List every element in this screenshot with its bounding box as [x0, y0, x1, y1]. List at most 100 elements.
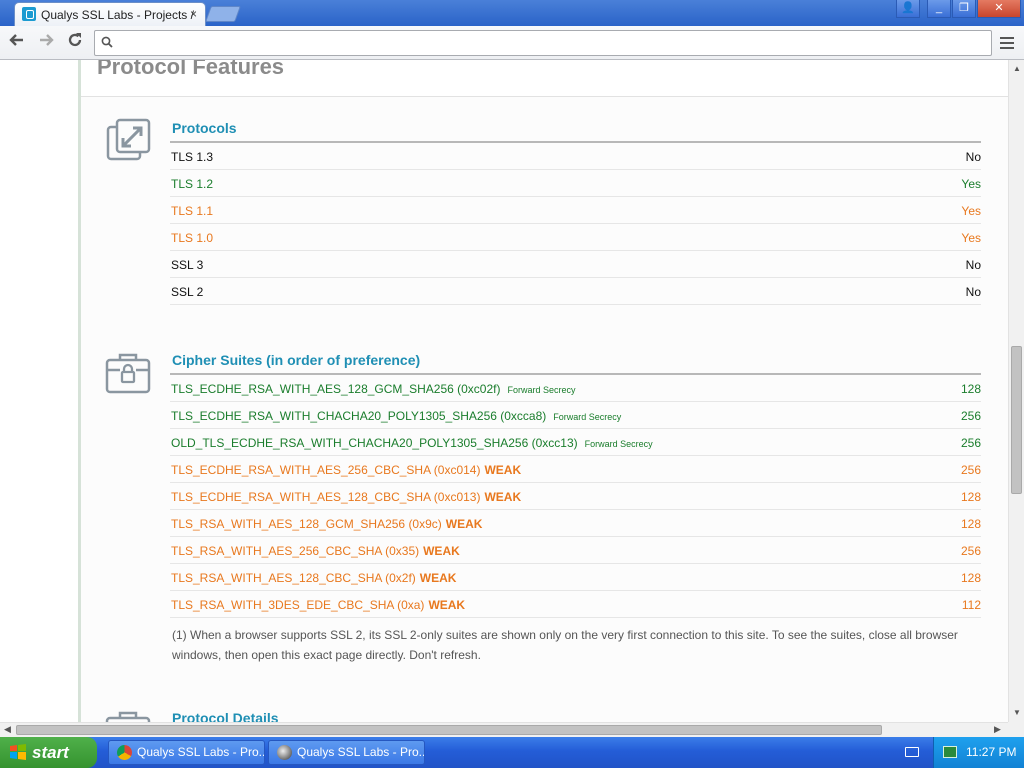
horizontal-scrollbar[interactable]: ◀ ▶: [0, 722, 1008, 737]
forward-button[interactable]: [34, 31, 58, 55]
page-viewport: Protocol Features Protocols TLS 1.3 No TLS…: [0, 60, 1008, 722]
cipher-suite-cell: TLS_ECDHE_RSA_WITH_AES_256_CBC_SHA (0xc0…: [171, 463, 521, 477]
protocol-name: TLS 1.3: [171, 150, 214, 164]
minimize-button[interactable]: _: [927, 0, 951, 18]
cipher-suite-row: TLS_RSA_WITH_AES_128_CBC_SHA (0x2f) WEAK 1…: [170, 564, 981, 591]
cipher-strength: 128: [960, 490, 981, 504]
browser-icon: [277, 745, 292, 760]
address-bar[interactable]: [94, 30, 992, 56]
back-button[interactable]: [5, 31, 29, 55]
network-icon[interactable]: [943, 746, 957, 758]
start-label: start: [32, 743, 69, 762]
lock-box-icon: [105, 353, 151, 394]
browser-tab[interactable]: Qualys SSL Labs - Projects / ×: [14, 2, 206, 26]
cipher-suite-name: TLS_ECDHE_RSA_WITH_AES_256_CBC_SHA (0xc0…: [171, 463, 481, 477]
protocol-name: SSL 2: [171, 285, 204, 299]
cipher-suite-name: TLS_ECDHE_RSA_WITH_AES_128_GCM_SHA256 (0…: [171, 382, 501, 396]
cipher-suite-cell: TLS_RSA_WITH_AES_256_CBC_SHA (0x35) WEAK: [171, 544, 460, 558]
tab-title: Qualys SSL Labs - Projects /: [41, 8, 194, 22]
cipher-strength: 256: [960, 409, 981, 423]
protocols-title: Protocols: [172, 120, 237, 136]
protocol-support: No: [965, 150, 981, 164]
cipher-suite-row: TLS_RSA_WITH_AES_256_CBC_SHA (0x35) WEAK 2…: [170, 537, 981, 564]
cipher-strength: 256: [960, 544, 981, 558]
cipher-suite-row: TLS_ECDHE_RSA_WITH_AES_256_CBC_SHA (0xc0…: [170, 456, 981, 483]
forward-secrecy-tag: Forward Secrecy: [507, 385, 576, 395]
cipher-suite-cell: OLD_TLS_ECDHE_RSA_WITH_CHACHA20_POLY1305…: [171, 436, 653, 450]
horizontal-scroll-thumb[interactable]: [16, 725, 882, 735]
user-icon[interactable]: 👤: [896, 0, 920, 18]
cipher-suite-name: TLS_RSA_WITH_AES_256_CBC_SHA (0x35): [171, 544, 420, 558]
system-tray: 11:27 PM: [933, 737, 1024, 768]
chrome-icon: [117, 745, 132, 760]
protocol-name: TLS 1.1: [171, 204, 214, 218]
cipher-suite-cell: TLS_RSA_WITH_3DES_EDE_CBC_SHA (0xa) WEAK: [171, 598, 465, 612]
weak-badge: WEAK: [428, 598, 466, 612]
restore-button[interactable]: ❐: [952, 0, 976, 18]
cipher-suite-cell: TLS_ECDHE_RSA_WITH_AES_128_CBC_SHA (0xc0…: [171, 490, 521, 504]
protocol-name: TLS 1.2: [171, 177, 214, 191]
taskbar-item-browser[interactable]: Qualys SSL Labs - Pro...: [268, 740, 425, 765]
forward-secrecy-tag: Forward Secrecy: [553, 412, 622, 422]
cipher-suite-name: OLD_TLS_ECDHE_RSA_WITH_CHACHA20_POLY1305…: [171, 436, 578, 450]
lock-icon: [22, 7, 36, 21]
protocol-row: TLS 1.0 Yes: [170, 224, 981, 251]
cipher-suite-row: OLD_TLS_ECDHE_RSA_WITH_CHACHA20_POLY1305…: [170, 429, 981, 456]
protocol-name: TLS 1.0: [171, 231, 214, 245]
taskbar-item-label: Qualys SSL Labs - Pro...: [297, 745, 425, 759]
forward-secrecy-tag: Forward Secrecy: [584, 439, 653, 449]
protocols-icon: [106, 118, 151, 161]
search-icon: [101, 36, 113, 48]
protocol-row: TLS 1.3 No: [170, 143, 981, 170]
protocol-support: Yes: [961, 177, 981, 191]
clock: 11:27 PM: [966, 745, 1017, 759]
scroll-down-icon[interactable]: ▼: [1013, 708, 1021, 717]
taskbar-item-chrome[interactable]: Qualys SSL Labs - Pro...: [108, 740, 265, 765]
page-heading: Protocol Features: [97, 60, 285, 79]
cipher-suite-name: TLS_RSA_WITH_AES_128_GCM_SHA256 (0x9c): [171, 517, 442, 531]
new-tab-button[interactable]: [205, 6, 241, 22]
vertical-scroll-thumb[interactable]: [1011, 346, 1022, 494]
vertical-scrollbar[interactable]: ▲ ▼: [1008, 60, 1024, 722]
ssl2-footnote: (1) When a browser supports SSL 2, its S…: [172, 628, 958, 662]
scroll-left-icon[interactable]: ◀: [4, 724, 11, 735]
protocol-row: TLS 1.2 Yes: [170, 170, 981, 197]
cipher-suite-name: TLS_ECDHE_RSA_WITH_CHACHA20_POLY1305_SHA…: [171, 409, 547, 423]
cipher-strength: 128: [960, 382, 981, 396]
cipher-strength: 112: [961, 598, 981, 612]
cipher-suite-row: TLS_ECDHE_RSA_WITH_AES_128_CBC_SHA (0xc0…: [170, 483, 981, 510]
start-button[interactable]: start: [0, 737, 97, 768]
reload-button[interactable]: [63, 31, 87, 55]
weak-badge: WEAK: [423, 544, 460, 558]
cipher-suite-cell: TLS_ECDHE_RSA_WITH_AES_128_GCM_SHA256 (0…: [171, 382, 576, 396]
forward-arrow-icon: [40, 34, 54, 46]
cipher-suite-row: TLS_ECDHE_RSA_WITH_CHACHA20_POLY1305_SHA…: [170, 402, 981, 429]
cipher-suite-row: TLS_RSA_WITH_3DES_EDE_CBC_SHA (0xa) WEAK 1…: [170, 591, 981, 618]
cipher-suite-name: TLS_RSA_WITH_AES_128_CBC_SHA (0x2f): [171, 571, 416, 585]
menu-icon[interactable]: [1000, 37, 1014, 52]
protocol-name: SSL 3: [171, 258, 204, 272]
cipher-suite-row: TLS_RSA_WITH_AES_128_GCM_SHA256 (0x9c) WE…: [170, 510, 981, 537]
cipher-strength: 256: [960, 436, 981, 450]
protocol-row: SSL 3 No: [170, 251, 981, 278]
protocol-support: Yes: [961, 204, 981, 218]
scroll-up-icon[interactable]: ▲: [1013, 64, 1021, 73]
cipher-suite-cell: TLS_ECDHE_RSA_WITH_CHACHA20_POLY1305_SHA…: [171, 409, 621, 423]
protocol-support: Yes: [961, 231, 981, 245]
cipher-suite-cell: TLS_RSA_WITH_AES_128_GCM_SHA256 (0x9c) WE…: [171, 517, 482, 531]
protocol-details-icon: [105, 711, 151, 722]
scroll-right-icon[interactable]: ▶: [994, 724, 1001, 735]
windows-taskbar: start Qualys SSL Labs - Pro... Qualys SS…: [0, 737, 1024, 768]
weak-badge: WEAK: [419, 571, 457, 585]
cipher-suite-name: TLS_ECDHE_RSA_WITH_AES_128_CBC_SHA (0xc0…: [171, 490, 481, 504]
tab-close-button[interactable]: ×: [190, 7, 197, 21]
cipher-suite-cell: TLS_RSA_WITH_AES_128_CBC_SHA (0x2f) WEAK: [171, 571, 456, 585]
close-window-button[interactable]: ✕: [977, 0, 1021, 18]
browser-toolbar: [0, 26, 1024, 60]
weak-badge: WEAK: [445, 517, 483, 531]
reload-icon: [68, 33, 82, 47]
protocol-support: No: [965, 285, 981, 299]
cipher-strength: 256: [960, 463, 981, 477]
scrollbar-corner: [1008, 722, 1024, 737]
keyboard-icon[interactable]: [905, 747, 919, 757]
